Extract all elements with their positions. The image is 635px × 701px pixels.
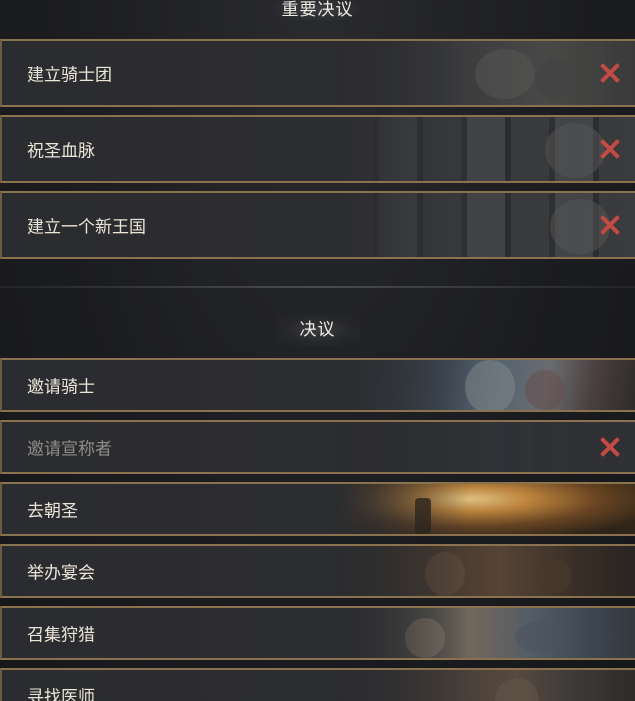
section-title-important: 重要决议 [257, 0, 378, 26]
close-x-icon [599, 138, 621, 160]
decision-art-hunt [335, 608, 635, 658]
decision-label: 寻找医师 [27, 687, 95, 701]
decision-row-form-new-kingdom[interactable]: 建立一个新王国 [0, 191, 635, 259]
section-header-important: 重要决议 [0, 0, 635, 26]
decision-art-physician [335, 670, 635, 701]
decision-label: 建立一个新王国 [27, 217, 146, 238]
decision-row-consecrate-bloodline[interactable]: 祝圣血脉 [0, 115, 635, 183]
section-divider [0, 286, 635, 288]
decision-label: 举办宴会 [27, 563, 95, 584]
decision-row-go-on-pilgrimage[interactable]: 去朝圣 [0, 482, 635, 536]
decision-row-found-knight-order[interactable]: 建立骑士团 [0, 39, 635, 107]
decision-label: 邀请宣称者 [27, 439, 112, 460]
close-x-icon [599, 436, 621, 458]
decision-label: 召集狩猎 [27, 625, 95, 646]
decision-art-battle [335, 360, 635, 410]
decision-art-knights [335, 41, 635, 105]
section-title-decisions: 决议 [275, 314, 360, 346]
close-x-icon [599, 62, 621, 84]
decision-label: 去朝圣 [27, 501, 78, 522]
decision-art-stone [335, 117, 635, 181]
decision-art-feast [335, 546, 635, 596]
decision-row-invite-claimants[interactable]: 邀请宣称者 [0, 420, 635, 474]
decision-row-hold-feast[interactable]: 举办宴会 [0, 544, 635, 598]
decision-label: 建立骑士团 [27, 65, 112, 86]
decision-row-invite-knights[interactable]: 邀请骑士 [0, 358, 635, 412]
close-x-icon [599, 214, 621, 236]
decision-art-pilgrim [335, 484, 635, 534]
decision-row-host-hunt[interactable]: 召集狩猎 [0, 606, 635, 660]
decision-art-dark [335, 422, 635, 472]
decision-label: 祝圣血脉 [27, 141, 95, 162]
decision-label: 邀请骑士 [27, 377, 95, 398]
decision-art-stone [335, 193, 635, 257]
section-header-decisions: 决议 [0, 314, 635, 346]
decisions-panel: 重要决议 建立骑士团 祝圣血脉 建立一个新王国 决议 邀请骑士 邀请宣称者 去朝… [0, 0, 635, 701]
decision-row-find-physician[interactable]: 寻找医师 [0, 668, 635, 701]
